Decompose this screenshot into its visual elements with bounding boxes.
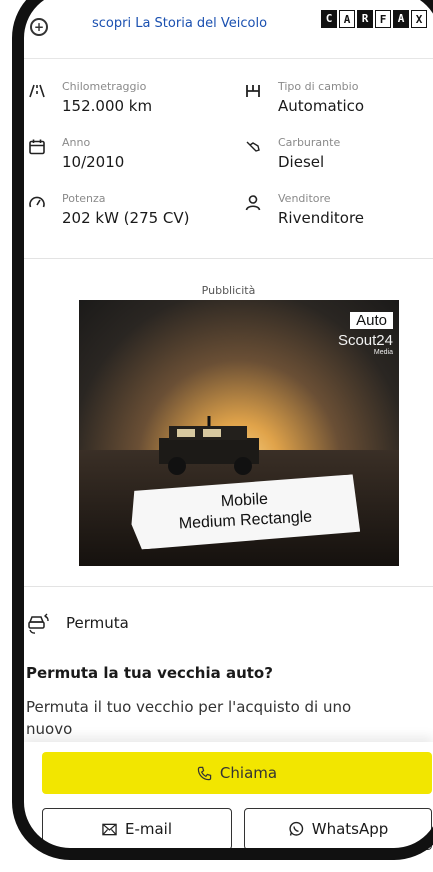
odometer-road-icon [29,84,45,98]
email-button-label: E-mail [124,820,173,838]
phone-icon [197,766,212,780]
carfax-history-link[interactable]: scopri La Storia del Veicolo [92,16,267,31]
section-divider [24,258,433,259]
ad-label: Pubblicità [201,284,256,297]
spec-value: 10/2010 [62,153,125,171]
car-exchange-icon [28,613,49,634]
section-divider [24,586,433,587]
whatsapp-button[interactable]: WhatsApp [244,808,432,850]
call-button-label: Chiama [219,764,278,782]
permuta-section-header: Permuta [24,608,433,640]
speedometer-icon [29,196,45,208]
jeep-silhouette [159,416,259,475]
permuta-heading: Permuta la tua vecchia auto? [26,664,273,682]
logo-auto: Auto [350,312,393,329]
email-button[interactable]: E-mail [42,808,232,850]
spec-value: 202 kW (275 CV) [62,209,190,227]
autoscout24-logo: Auto Scout24 Media [323,312,393,356]
spec-label: Carburante [278,136,341,149]
envelope-icon [102,823,117,835]
fuel-pump-icon [246,141,260,152]
spec-label: Venditore [278,192,331,205]
logo-media: Media [373,349,393,356]
whatsapp-button-label: WhatsApp [311,820,389,838]
carfax-logo-letter: C [321,10,337,28]
person-icon [245,195,261,211]
permuta-title: Permuta [66,614,129,632]
spec-label: Tipo di cambio [278,80,359,93]
carfax-logo-letter: A [339,10,355,28]
contact-action-bar: Chiama E-mail WhatsApp [24,742,433,872]
permuta-text: Permuta il tuo vecchio per l'acquisto di… [26,698,352,738]
logo-scout: Scout24 [337,332,393,349]
advertisement[interactable]: Auto Scout24 Media Mobile Medium Rectang… [79,300,399,566]
carfax-logo: C A R F A X [321,10,427,28]
call-button[interactable]: Chiama [42,752,432,794]
calendar-icon [29,139,45,155]
carfax-logo-letter: A [393,10,409,28]
phone-screen: + scopri La Storia del Veicolo C A R F A… [24,0,433,872]
carfax-logo-letter: X [411,10,427,28]
spec-label: Anno [62,136,91,149]
spec-label: Potenza [62,192,106,205]
carfax-logo-letter: F [375,10,391,28]
spec-value: Diesel [278,153,325,171]
spec-value: 152.000 km [62,97,153,115]
spec-value: Rivenditore [278,209,365,227]
carfax-row[interactable]: + scopri La Storia del Veicolo C A R F A… [24,0,433,59]
spec-label: Chilometraggio [62,80,147,93]
carfax-plus-icon[interactable]: + [30,18,48,36]
whatsapp-icon [289,821,303,836]
carfax-logo-letter: R [357,10,373,28]
gearbox-icon [246,85,260,97]
spec-value: Automatico [278,97,365,115]
